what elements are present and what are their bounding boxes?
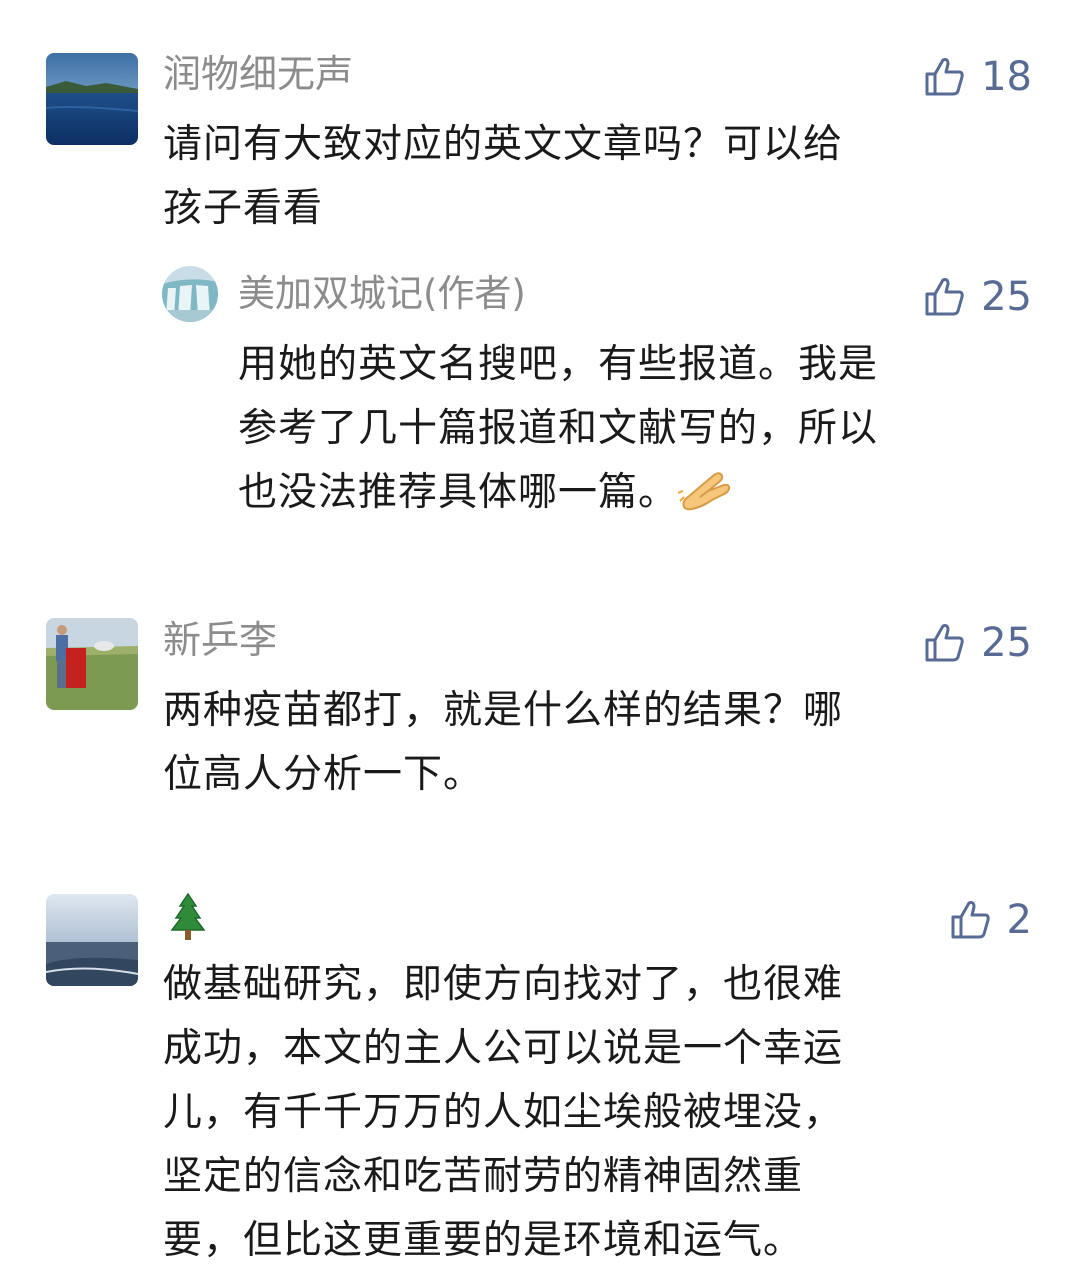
commenter-name[interactable]: 润物细无声: [163, 55, 353, 93]
avatar[interactable]: [162, 266, 218, 322]
comment-line: 请问有大致对应的英文文章吗？可以给: [163, 122, 844, 167]
comment-line: 孩子看看: [163, 186, 324, 231]
reply-line: 参考了几十篇报道和文献写的，所以: [238, 406, 879, 451]
like-button[interactable]: 25: [923, 621, 1032, 665]
reply-text: 用她的英文名搜吧，有些报道。我是 参考了几十篇报道和文献写的，所以 也没法推荐具…: [238, 333, 878, 525]
comment-text: 两种疫苗都打，就是什么样的结果？哪 位高人分析一下。: [163, 679, 843, 807]
like-button[interactable]: 25: [923, 275, 1032, 319]
reply-line: 用她的英文名搜吧，有些报道。我是: [238, 342, 879, 387]
like-count: 18: [981, 54, 1032, 100]
like-button[interactable]: 2: [949, 898, 1032, 942]
comment-text: 请问有大致对应的英文文章吗？可以给 孩子看看: [163, 113, 843, 241]
reply-line: 也没法推荐具体哪一篇。: [238, 470, 679, 515]
comment-line: 坚定的信念和吃苦耐劳的精神固然重: [163, 1154, 804, 1199]
like-count: 25: [981, 274, 1032, 320]
pressed-hands-emoji: [677, 467, 732, 513]
thumbs-up-icon: [923, 275, 967, 319]
evergreen-tree-emoji: [166, 892, 210, 942]
commenter-name[interactable]: 新乒李: [163, 621, 277, 659]
thumbs-up-icon: [923, 55, 967, 99]
thumbs-up-icon: [923, 621, 967, 665]
thumbs-up-icon: [949, 898, 993, 942]
like-button[interactable]: 18: [923, 55, 1032, 99]
comment-line: 要，但比这更重要的是环境和运气。: [163, 1218, 804, 1263]
reply-author-name[interactable]: 美加双城记(作者): [238, 275, 526, 312]
comment-line: 位高人分析一下。: [163, 752, 484, 797]
comment-line: 两种疫苗都打，就是什么样的结果？哪: [163, 688, 844, 733]
comment-line: 做基础研究，即使方向找对了，也很难: [163, 962, 844, 1007]
comment-line: 成功，本文的主人公可以说是一个幸运: [163, 1026, 844, 1071]
avatar[interactable]: [46, 53, 138, 145]
avatar[interactable]: [46, 618, 138, 710]
comment-text: 做基础研究，即使方向找对了，也很难 成功，本文的主人公可以说是一个幸运 儿，有千…: [163, 953, 843, 1273]
comment-line: 儿，有千千万万的人如尘埃般被埋没，: [163, 1090, 844, 1135]
like-count: 2: [1006, 897, 1032, 943]
avatar[interactable]: [46, 894, 138, 986]
like-count: 25: [981, 620, 1032, 666]
